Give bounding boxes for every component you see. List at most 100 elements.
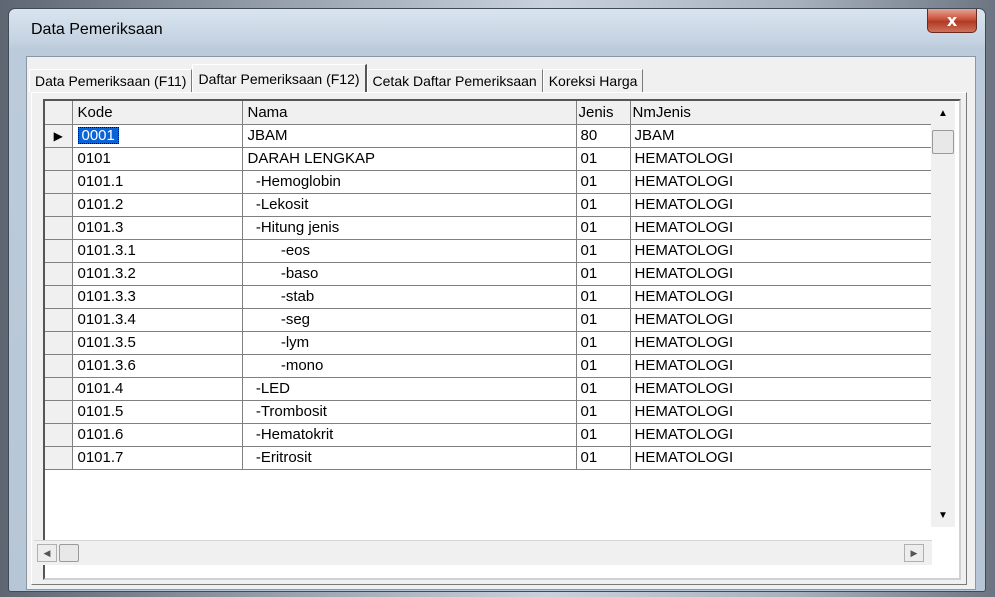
cell-nmjenis[interactable]: HEMATOLOGI [630, 285, 943, 309]
table-row[interactable]: 0101.6 -Hematokrit 01 HEMATOLOGI [45, 423, 943, 447]
cell-nmjenis[interactable]: HEMATOLOGI [630, 216, 943, 240]
row-indicator[interactable] [45, 446, 73, 470]
cell-nmjenis[interactable]: HEMATOLOGI [630, 308, 943, 332]
row-indicator[interactable] [45, 400, 73, 424]
row-indicator[interactable] [45, 354, 73, 378]
row-indicator[interactable] [45, 239, 73, 263]
cell-nmjenis[interactable]: HEMATOLOGI [630, 423, 943, 447]
cell-nmjenis[interactable]: HEMATOLOGI [630, 354, 943, 378]
cell-nama[interactable]: -Hitung jenis [242, 216, 577, 240]
table-row[interactable]: 0101.2 -Lekosit 01 HEMATOLOGI [45, 193, 943, 217]
cell-kode[interactable]: 0101.6 [72, 423, 243, 447]
row-indicator[interactable] [45, 193, 73, 217]
row-indicator[interactable] [45, 377, 73, 401]
column-header-jenis[interactable]: Jenis [576, 101, 631, 125]
cell-kode[interactable]: 0101 [72, 147, 243, 171]
close-button[interactable]: x [927, 9, 977, 33]
cell-kode[interactable]: 0101.3.3 [72, 285, 243, 309]
row-indicator[interactable]: ▶ [45, 124, 73, 148]
cell-kode[interactable]: 0101.7 [72, 446, 243, 470]
cell-nmjenis[interactable]: HEMATOLOGI [630, 262, 943, 286]
cell-jenis[interactable]: 01 [576, 423, 631, 447]
row-indicator[interactable] [45, 331, 73, 355]
table-row[interactable]: 0101.5 -Trombosit 01 HEMATOLOGI [45, 400, 943, 424]
tab-daftar-pemeriksaan[interactable]: Daftar Pemeriksaan (F12) [192, 64, 367, 92]
table-row[interactable]: 0101.3 -Hitung jenis 01 HEMATOLOGI [45, 216, 943, 240]
cell-jenis[interactable]: 80 [576, 124, 631, 148]
row-indicator[interactable] [45, 423, 73, 447]
cell-kode[interactable]: 0001 [72, 124, 243, 148]
scroll-up-icon[interactable]: ▲ [932, 103, 954, 123]
cell-nmjenis[interactable]: HEMATOLOGI [630, 147, 943, 171]
tab-koreksi-harga[interactable]: Koreksi Harga [542, 69, 644, 92]
cell-kode[interactable]: 0101.3.1 [72, 239, 243, 263]
cell-jenis[interactable]: 01 [576, 216, 631, 240]
table-row[interactable]: 0101.4 -LED 01 HEMATOLOGI [45, 377, 943, 401]
cell-kode[interactable]: 0101.3.2 [72, 262, 243, 286]
cell-kode[interactable]: 0101.4 [72, 377, 243, 401]
horizontal-scrollbar[interactable]: ◀ ▶ [34, 540, 932, 565]
table-row[interactable]: ▶ 0001 JBAM 80 JBAM [45, 124, 943, 148]
cell-jenis[interactable]: 01 [576, 308, 631, 332]
table-row[interactable]: 0101.3.5 -lym 01 HEMATOLOGI [45, 331, 943, 355]
cell-jenis[interactable]: 01 [576, 285, 631, 309]
cell-kode[interactable]: 0101.3.6 [72, 354, 243, 378]
scroll-down-icon[interactable]: ▼ [932, 505, 954, 525]
cell-nmjenis[interactable]: HEMATOLOGI [630, 331, 943, 355]
cell-jenis[interactable]: 01 [576, 262, 631, 286]
cell-kode[interactable]: 0101.3 [72, 216, 243, 240]
table-row[interactable]: 0101 DARAH LENGKAP 01 HEMATOLOGI [45, 147, 943, 171]
cell-nama[interactable]: -baso [242, 262, 577, 286]
cell-nama[interactable]: -Hemoglobin [242, 170, 577, 194]
table-row[interactable]: 0101.1 -Hemoglobin 01 HEMATOLOGI [45, 170, 943, 194]
vertical-scrollbar[interactable]: ▲ ▼ [931, 101, 955, 527]
cell-nama[interactable]: -seg [242, 308, 577, 332]
cell-nmjenis[interactable]: HEMATOLOGI [630, 239, 943, 263]
scroll-left-icon[interactable]: ◀ [37, 544, 57, 562]
row-indicator[interactable] [45, 308, 73, 332]
cell-nmjenis[interactable]: HEMATOLOGI [630, 170, 943, 194]
column-header-nama[interactable]: Nama [242, 101, 577, 125]
row-indicator[interactable] [45, 147, 73, 171]
table-row[interactable]: 0101.3.4 -seg 01 HEMATOLOGI [45, 308, 943, 332]
horizontal-scroll-thumb[interactable] [59, 544, 79, 562]
tab-cetak-daftar-pemeriksaan[interactable]: Cetak Daftar Pemeriksaan [366, 69, 543, 92]
cell-jenis[interactable]: 01 [576, 331, 631, 355]
cell-nama[interactable]: -Eritrosit [242, 446, 577, 470]
cell-kode[interactable]: 0101.3.5 [72, 331, 243, 355]
cell-jenis[interactable]: 01 [576, 377, 631, 401]
table-row[interactable]: 0101.3.3 -stab 01 HEMATOLOGI [45, 285, 943, 309]
vertical-scroll-thumb[interactable] [932, 130, 954, 154]
cell-nama[interactable]: JBAM [242, 124, 577, 148]
cell-kode[interactable]: 0101.3.4 [72, 308, 243, 332]
row-indicator[interactable] [45, 216, 73, 240]
column-header-nmjenis[interactable]: NmJenis [630, 101, 943, 125]
cell-nama[interactable]: -Lekosit [242, 193, 577, 217]
table-row[interactable]: 0101.3.6 -mono 01 HEMATOLOGI [45, 354, 943, 378]
cell-nama[interactable]: -LED [242, 377, 577, 401]
scroll-right-icon[interactable]: ▶ [904, 544, 924, 562]
cell-nmjenis[interactable]: HEMATOLOGI [630, 377, 943, 401]
cell-nama[interactable]: -lym [242, 331, 577, 355]
cell-nmjenis[interactable]: HEMATOLOGI [630, 446, 943, 470]
cell-nmjenis[interactable]: HEMATOLOGI [630, 193, 943, 217]
row-indicator[interactable] [45, 285, 73, 309]
table-row[interactable]: 0101.3.1 -eos 01 HEMATOLOGI [45, 239, 943, 263]
cell-jenis[interactable]: 01 [576, 239, 631, 263]
cell-nmjenis[interactable]: HEMATOLOGI [630, 400, 943, 424]
cell-jenis[interactable]: 01 [576, 170, 631, 194]
cell-jenis[interactable]: 01 [576, 354, 631, 378]
cell-nama[interactable]: -Hematokrit [242, 423, 577, 447]
cell-kode[interactable]: 0101.2 [72, 193, 243, 217]
column-header-kode[interactable]: Kode [72, 101, 243, 125]
cell-nama[interactable]: -Trombosit [242, 400, 577, 424]
cell-nama[interactable]: -mono [242, 354, 577, 378]
cell-kode[interactable]: 0101.5 [72, 400, 243, 424]
cell-nama[interactable]: DARAH LENGKAP [242, 147, 577, 171]
row-indicator[interactable] [45, 170, 73, 194]
cell-nama[interactable]: -eos [242, 239, 577, 263]
row-indicator[interactable] [45, 262, 73, 286]
cell-jenis[interactable]: 01 [576, 446, 631, 470]
cell-jenis[interactable]: 01 [576, 193, 631, 217]
cell-nama[interactable]: -stab [242, 285, 577, 309]
